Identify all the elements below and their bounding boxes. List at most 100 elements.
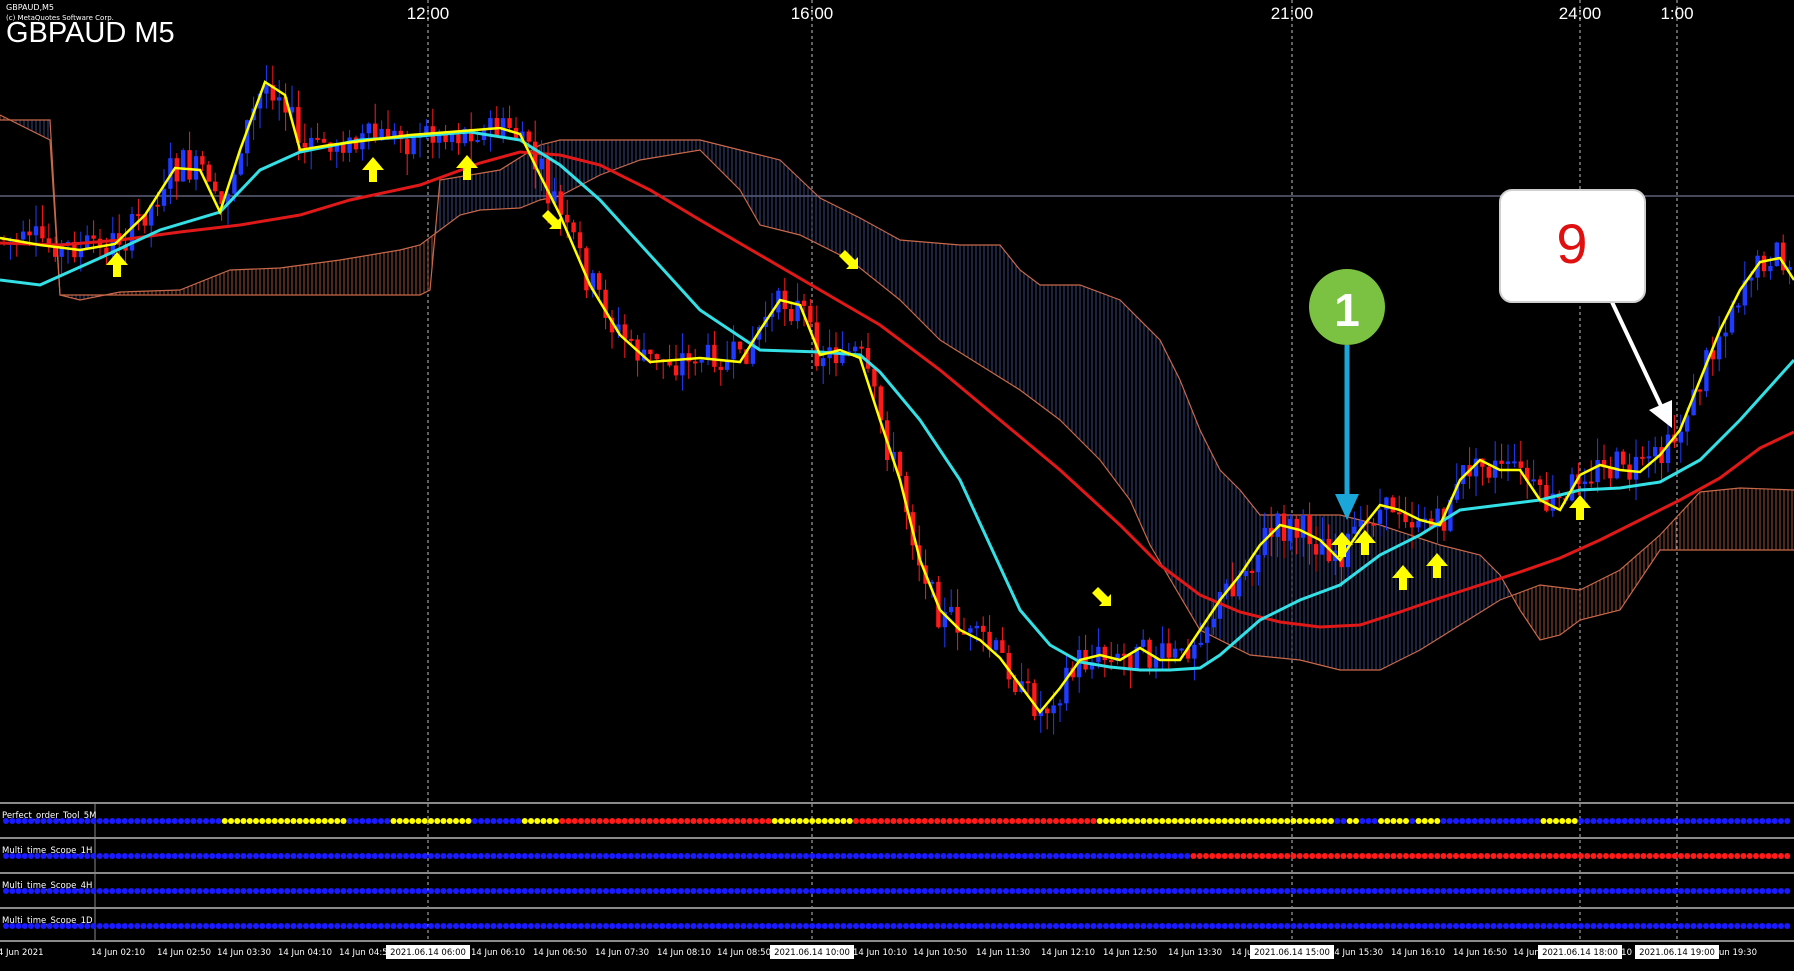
indicator-dot — [1309, 853, 1316, 859]
indicator-dot — [603, 818, 609, 824]
indicator-dot — [571, 923, 578, 929]
indicator-dot — [1021, 853, 1028, 859]
indicator-dot — [934, 818, 941, 824]
indicator-dot — [1321, 888, 1328, 894]
indicator-dot — [1546, 923, 1553, 929]
indicator-dot — [540, 888, 547, 894]
indicator-dot — [1734, 923, 1741, 929]
indicator-dot — [1496, 853, 1503, 859]
chart-window[interactable]: GBPAUD,M5 (c) MetaQuotes Software Corp. … — [0, 0, 1794, 966]
indicator-dot — [890, 923, 897, 929]
indicator-dot — [878, 853, 884, 859]
indicator-dot — [1471, 888, 1478, 894]
indicator-dot — [1653, 888, 1659, 894]
indicator-dot — [128, 923, 134, 929]
indicator-dot — [15, 923, 22, 929]
indicator-dot — [1090, 818, 1097, 824]
indicator-dot — [1584, 923, 1591, 929]
indicator-dot — [896, 853, 903, 859]
candle-body — [712, 344, 717, 367]
indicator-dot — [340, 923, 347, 929]
indicator-dot — [1003, 888, 1009, 894]
bottom-time-label: 14 Jun 10:10 — [853, 948, 907, 958]
indicator-dot — [1203, 923, 1209, 929]
indicator-dot — [121, 818, 128, 824]
indicator-dot — [1134, 818, 1141, 824]
indicator-dot — [1240, 818, 1247, 824]
indicator-dot — [109, 923, 116, 929]
indicator-dot — [390, 888, 397, 894]
indicator-dot — [34, 818, 41, 824]
candle-body — [200, 156, 205, 165]
indicator-dot — [596, 853, 603, 859]
indicator-dot — [321, 888, 328, 894]
indicator-dot — [21, 888, 28, 894]
indicator-dot — [640, 888, 647, 894]
indicator-dot — [1234, 818, 1241, 824]
candle-body — [91, 235, 96, 239]
indicator-dot — [1465, 818, 1472, 824]
indicator-dot — [71, 888, 78, 894]
indicator-dot — [978, 888, 984, 894]
top-time-label: 1:00 — [1660, 4, 1693, 23]
date-marker-label: 2021.06.14 18:00 — [1542, 948, 1618, 958]
indicator-dot — [584, 818, 591, 824]
indicator-dot — [234, 923, 241, 929]
indicator-dot — [809, 888, 816, 894]
indicator-dot — [1215, 818, 1222, 824]
indicator-dot — [140, 853, 147, 859]
indicator-dot — [1746, 818, 1753, 824]
indicator-dot — [1465, 888, 1472, 894]
indicator-dot — [1665, 818, 1672, 824]
indicator-dot — [509, 853, 516, 859]
indicator-dot — [1440, 923, 1447, 929]
indicator-dot — [1509, 923, 1516, 929]
indicator-dot — [459, 888, 466, 894]
indicator-dot — [246, 888, 253, 894]
indicator-dot — [1553, 923, 1559, 929]
candle-body — [808, 305, 813, 323]
indicator-dot — [1640, 888, 1647, 894]
indicator-dot — [1784, 888, 1791, 894]
indicator-dot — [403, 923, 409, 929]
indicator-dot — [1365, 888, 1372, 894]
candle-body — [1051, 705, 1056, 714]
price-chart[interactable]: GBPAUD,M5 (c) MetaQuotes Software Corp. … — [0, 0, 1794, 966]
indicator-dot — [521, 853, 528, 859]
indicator-dot — [1284, 853, 1291, 859]
candle-body — [974, 625, 979, 629]
indicator-dot — [259, 818, 266, 824]
indicator-dot — [84, 818, 91, 824]
indicator-dot — [171, 888, 178, 894]
indicator-dot — [253, 888, 259, 894]
indicator-dot — [90, 818, 97, 824]
candle-body — [21, 231, 26, 240]
indicator-dot — [534, 923, 541, 929]
candle-body — [1025, 681, 1031, 684]
indicator-dot — [809, 818, 816, 824]
indicator-dot — [246, 923, 253, 929]
indicator-dot — [840, 923, 847, 929]
indicator-dot — [1571, 853, 1578, 859]
candle-body — [1166, 643, 1171, 658]
indicator-dot — [359, 818, 366, 824]
indicator-dot — [584, 853, 591, 859]
candle-body — [801, 300, 807, 306]
indicator-dot — [915, 888, 922, 894]
indicator-dot — [1171, 853, 1178, 859]
indicator-dot — [1334, 923, 1341, 929]
indicator-dot — [1403, 888, 1409, 894]
indicator-dot — [1284, 888, 1291, 894]
indicator-dot — [1090, 923, 1097, 929]
indicator-dot — [871, 853, 878, 859]
indicator-dot — [1528, 818, 1534, 824]
indicator-dot — [1228, 853, 1234, 859]
indicator-dot — [1740, 923, 1747, 929]
indicator-dot — [1053, 923, 1059, 929]
indicator-dot — [715, 818, 722, 824]
indicator-dot — [703, 853, 709, 859]
indicator-dot — [440, 888, 447, 894]
indicator-dot — [671, 818, 678, 824]
indicator-dot — [228, 818, 234, 824]
indicator-dot — [821, 923, 828, 929]
